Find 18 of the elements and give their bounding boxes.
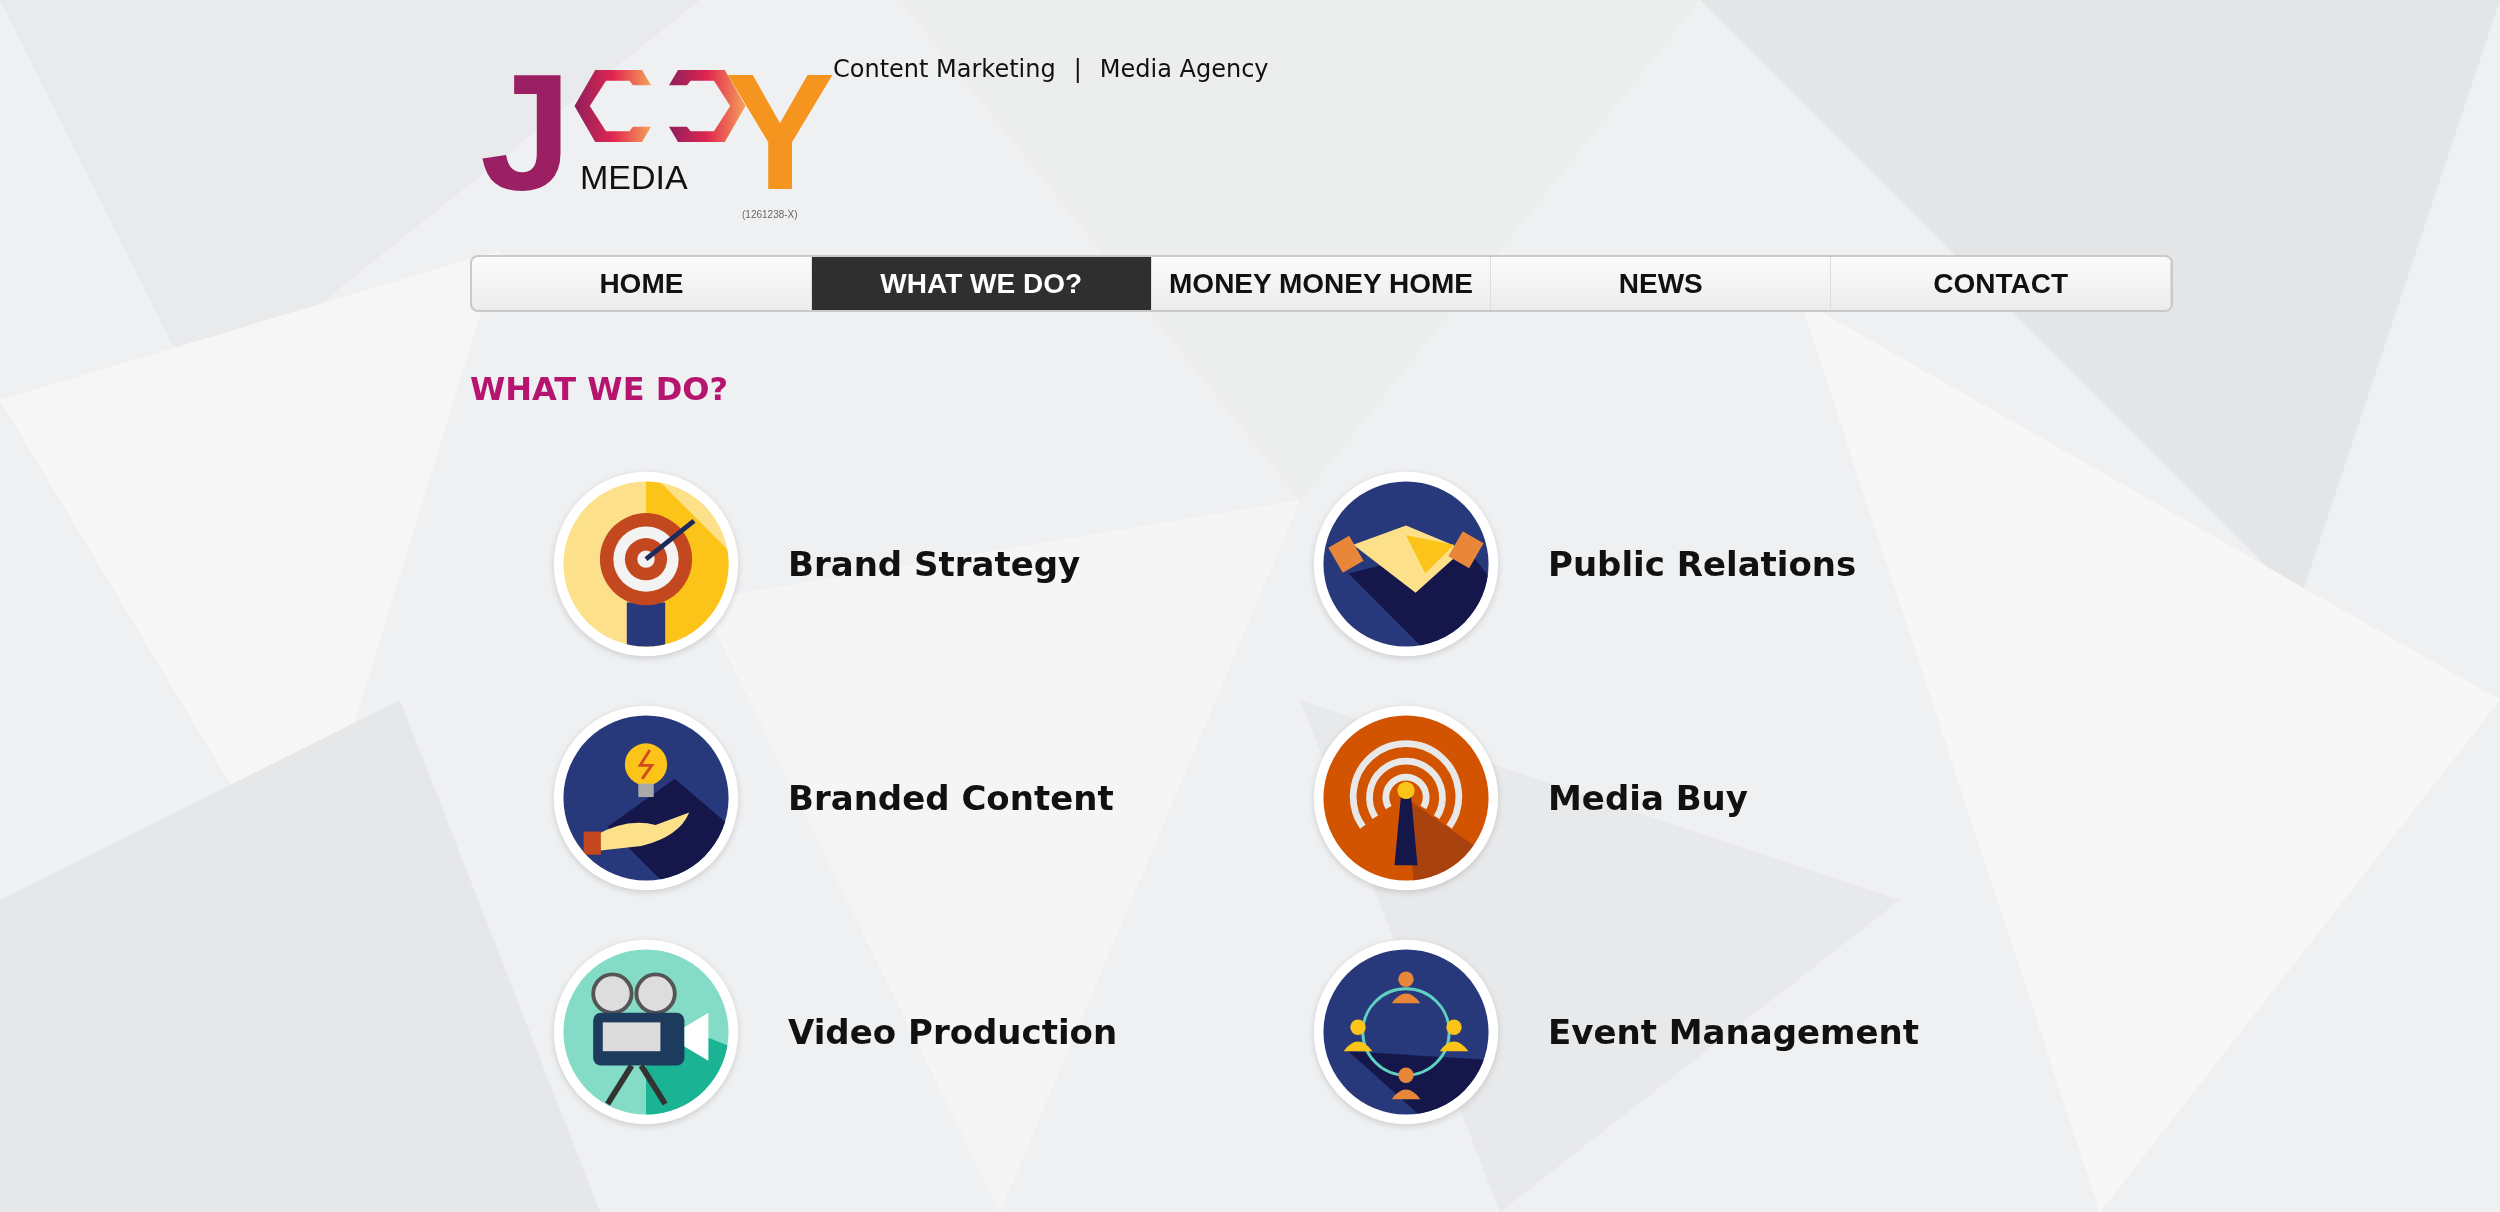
nav-link[interactable]: MONEY MONEY HOME [1151, 257, 1492, 310]
logo-word: MEDIA [580, 160, 688, 194]
registration-number: (1261238-X) [742, 210, 798, 220]
tagline-separator: | [1073, 55, 1082, 83]
nav-link[interactable]: NEWS [1491, 257, 1832, 310]
service-title: Public Relations [1548, 544, 1857, 584]
tagline-text: Content Marketing [833, 55, 1056, 83]
tagline-text: Media Agency [1099, 55, 1269, 83]
logo-letter: J [480, 50, 572, 215]
nav-link[interactable]: HOME [472, 257, 812, 310]
service-title: Brand Strategy [788, 544, 1081, 584]
service-title: Media Buy [1548, 778, 1748, 818]
service-title: Event Management [1548, 1012, 1919, 1052]
nav-link[interactable]: WHAT WE DO? [811, 257, 1152, 310]
service-title: Video Production [788, 1012, 1118, 1052]
service-title: Branded Content [788, 778, 1114, 818]
section-heading: WHAT WE DO? [470, 370, 728, 408]
nav-link[interactable]: CONTACT [1831, 257, 2171, 310]
